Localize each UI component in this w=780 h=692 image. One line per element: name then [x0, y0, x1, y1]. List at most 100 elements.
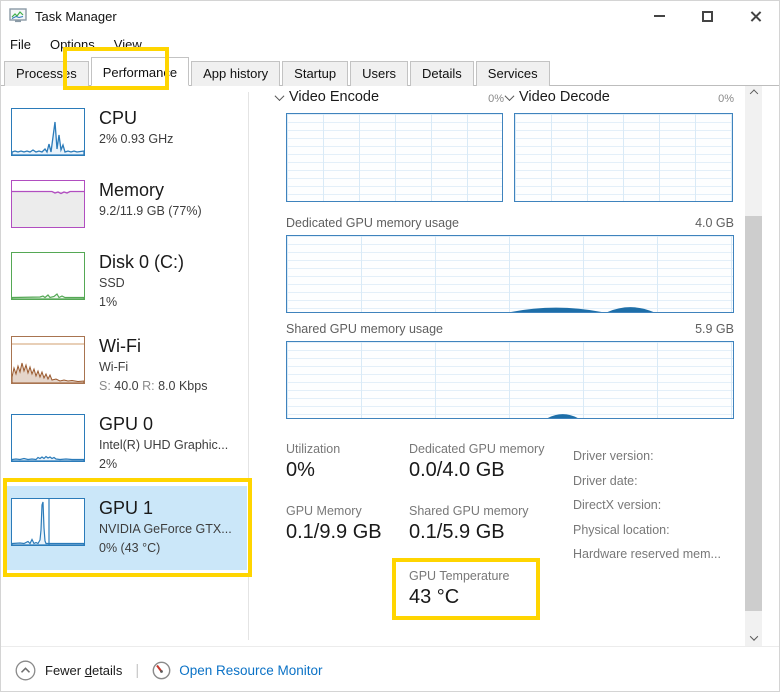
footer-separator: |	[135, 661, 140, 679]
video-decode-title: Video Decode	[519, 89, 610, 105]
stat-shared-memory-value: 0.1/5.9 GB	[409, 521, 505, 543]
info-directx-version: DirectX version:	[573, 498, 662, 512]
performance-sidebar: CPU 2% 0.93 GHz Memory 9.2/11.9 GB (77%)	[1, 86, 251, 646]
tab-strip: Processes Performance App history Startu…	[1, 57, 779, 86]
stat-gpu-temperature-value: 43 °C	[409, 586, 460, 608]
tab-app-history[interactable]: App history	[191, 61, 281, 86]
video-decode-value: 0%	[718, 93, 734, 105]
tab-services[interactable]: Services	[475, 61, 550, 86]
stat-dedicated-memory-label: Dedicated GPU memory	[409, 442, 545, 456]
sidebar-gpu1-stats: 0% (43 °C)	[99, 541, 161, 556]
stat-gpu-memory: GPU Memory 0.1/9.9 GB	[286, 504, 382, 544]
tab-processes[interactable]: Processes	[4, 61, 89, 86]
dedicated-memory-chart	[286, 235, 734, 313]
sidebar-item-gpu1[interactable]: GPU 1 NVIDIA GeForce GTX... 0% (43 °C)	[11, 498, 243, 558]
open-resource-monitor-label: Open Resource Monitor	[179, 662, 323, 678]
close-button[interactable]	[731, 1, 779, 31]
sidebar-item-wifi[interactable]: Wi-Fi Wi-Fi S: 40.0 R: 8.0 Kbps	[11, 336, 243, 396]
stat-gpu-temperature-label: GPU Temperature	[409, 569, 510, 583]
tab-users[interactable]: Users	[350, 61, 409, 86]
sidebar-cpu-title: CPU	[99, 108, 138, 128]
sidebar-gpu1-title: GPU 1	[99, 498, 154, 518]
scroll-down-button[interactable]	[745, 629, 762, 646]
sidebar-cpu-stats: 2% 0.93 GHz	[99, 131, 174, 146]
sidebar-wifi-name: Wi-Fi	[99, 359, 129, 374]
video-decode-chart	[514, 113, 733, 202]
stat-dedicated-memory: Dedicated GPU memory 0.0/4.0 GB	[409, 442, 544, 482]
sidebar-gpu0-title: GPU 0	[99, 414, 154, 434]
stat-gpu-memory-label: GPU Memory	[286, 504, 362, 518]
maximize-icon	[701, 10, 713, 22]
sidebar-item-memory[interactable]: Memory 9.2/11.9 GB (77%)	[11, 180, 243, 228]
sidebar-gpu0-stats: 2%	[99, 457, 118, 472]
window-controls	[635, 1, 779, 31]
shared-memory-chart-title: Shared GPU memory usage	[286, 322, 444, 336]
memory-mini-chart	[11, 180, 85, 228]
status-bar: Fewer details | Open Resource Monitor	[1, 646, 779, 691]
window-title: Task Manager	[35, 8, 117, 24]
stat-shared-memory: Shared GPU memory 0.1/5.9 GB	[409, 504, 528, 544]
sidebar-gpu0-name: Intel(R) UHD Graphic...	[99, 437, 229, 452]
stat-utilization: Utilization 0%	[286, 442, 340, 482]
resource-monitor-gauge-icon	[152, 661, 171, 679]
stat-dedicated-memory-value: 0.0/4.0 GB	[409, 459, 505, 481]
tab-startup[interactable]: Startup	[282, 61, 349, 86]
info-driver-date: Driver date:	[573, 473, 638, 488]
maximize-button[interactable]	[683, 1, 731, 31]
sidebar-memory-title: Memory	[99, 180, 165, 200]
sidebar-gpu1-name: NVIDIA GeForce GTX...	[99, 521, 232, 536]
video-encode-chart	[286, 113, 503, 202]
video-encode-value: 0%	[488, 93, 504, 105]
tab-performance[interactable]: Performance	[90, 57, 190, 86]
sidebar-memory-stats: 9.2/11.9 GB (77%)	[99, 203, 202, 218]
info-physical-location: Physical location:	[573, 522, 670, 537]
scroll-up-button[interactable]	[745, 86, 762, 103]
info-driver-version: Driver version:	[573, 449, 654, 463]
stat-gpu-temperature: GPU Temperature 43 °C	[409, 569, 510, 609]
fewer-details-label: Fewer details	[45, 662, 123, 678]
stat-utilization-label: Utilization	[286, 442, 341, 456]
app-icon	[9, 8, 27, 23]
circle-chevron-up-icon	[15, 660, 36, 680]
gpu-detail-panel: Video Encode 0% Video Decode 0% Dedicate…	[273, 86, 741, 646]
video-encode-header: Video Encode	[274, 89, 379, 105]
dedicated-memory-chart-title: Dedicated GPU memory usage	[286, 216, 459, 230]
sidebar-wifi-stats: S: 40.0 R: 8.0 Kbps	[99, 379, 208, 394]
shared-memory-chart-max: 5.9 GB	[695, 322, 734, 336]
menu-view[interactable]: View	[114, 37, 142, 52]
chevron-down-icon	[274, 90, 285, 101]
sidebar-divider	[248, 92, 249, 640]
tab-details[interactable]: Details	[410, 61, 474, 86]
video-decode-header: Video Decode	[504, 89, 610, 105]
wifi-mini-chart	[11, 336, 85, 384]
shared-memory-chart	[286, 341, 734, 419]
gpu0-mini-chart	[11, 414, 85, 462]
info-hardware-reserved: Hardware reserved mem...	[573, 547, 721, 561]
performance-content: CPU 2% 0.93 GHz Memory 9.2/11.9 GB (77%)	[1, 86, 779, 646]
menu-options[interactable]: Options	[50, 37, 95, 52]
close-icon	[749, 10, 762, 23]
sidebar-wifi-title: Wi-Fi	[99, 336, 141, 356]
task-manager-window: Task Manager File Options View Processes…	[0, 0, 780, 692]
sidebar-disk-title: Disk 0 (C:)	[99, 252, 184, 272]
minimize-button[interactable]	[635, 1, 683, 31]
gpu1-mini-chart	[11, 498, 85, 546]
fewer-details-button[interactable]: Fewer details	[15, 660, 122, 681]
disk-mini-chart	[11, 252, 85, 300]
menu-bar: File Options View	[1, 31, 779, 57]
sidebar-item-cpu[interactable]: CPU 2% 0.93 GHz	[11, 108, 243, 156]
stat-shared-memory-label: Shared GPU memory	[409, 504, 529, 518]
cpu-mini-chart	[11, 108, 85, 156]
stat-utilization-value: 0%	[286, 459, 315, 481]
sidebar-disk-type: SSD	[99, 275, 125, 290]
vertical-scrollbar[interactable]	[745, 86, 762, 646]
chevron-down-icon	[504, 90, 515, 101]
chevron-up-icon	[749, 88, 758, 98]
scrollbar-thumb[interactable]	[745, 216, 762, 611]
stat-gpu-memory-value: 0.1/9.9 GB	[286, 521, 382, 543]
menu-file[interactable]: File	[10, 37, 31, 52]
sidebar-item-gpu0[interactable]: GPU 0 Intel(R) UHD Graphic... 2%	[11, 414, 243, 474]
sidebar-item-disk0[interactable]: Disk 0 (C:) SSD 1%	[11, 252, 243, 312]
open-resource-monitor-link[interactable]: Open Resource Monitor	[152, 661, 323, 680]
minimize-icon	[653, 15, 665, 17]
